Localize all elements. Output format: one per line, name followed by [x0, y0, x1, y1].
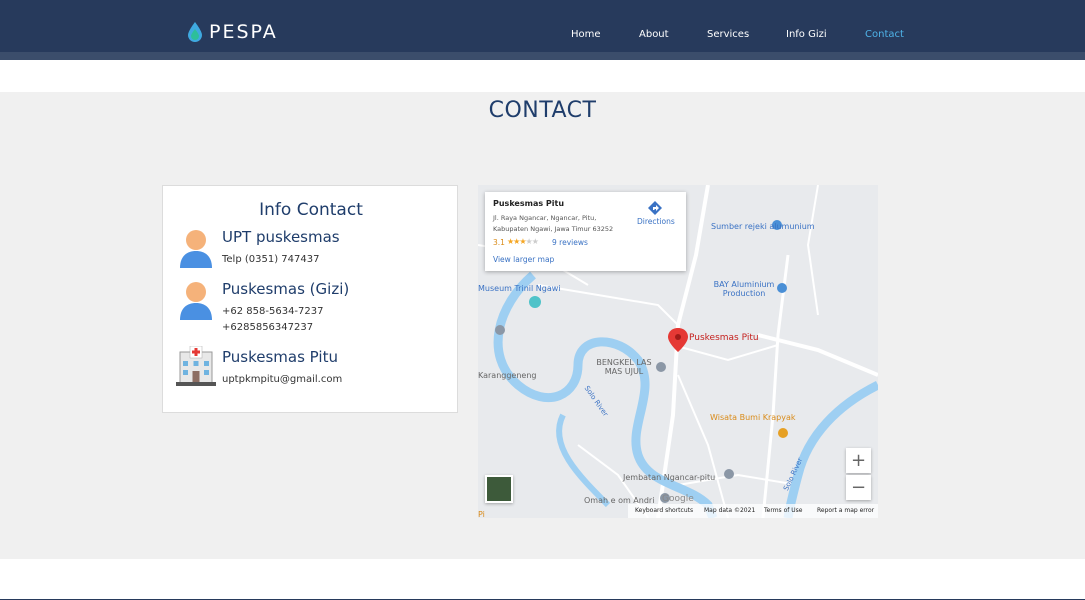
entry-phone-upt: Telp (0351) 747437: [222, 254, 320, 265]
info-contact-card: Info Contact UPT puskesmas Telp (0351) 7…: [162, 185, 458, 413]
google-logo[interactable]: Google: [662, 494, 694, 504]
directions-icon[interactable]: [647, 200, 663, 216]
place-info-card: Puskesmas Pitu Jl. Raya Ngancar, Ngancar…: [485, 192, 686, 271]
water-drop-icon: [188, 22, 202, 42]
person-icon: [180, 282, 212, 320]
entry-phone-gizi-2: +6285856347237: [222, 322, 314, 333]
poi-bengkel: BENGKEL LAS MAS UJUL: [596, 358, 652, 376]
place-rating: 3.1: [493, 238, 505, 247]
entry-name-upt: UPT puskesmas: [222, 228, 340, 246]
header-strip: [0, 52, 1085, 60]
google-map[interactable]: Puskesmas Pitu Sumber rejeki alumunium B…: [478, 185, 878, 518]
entry-name-gizi: Puskesmas (Gizi): [222, 280, 350, 298]
zoom-in-button[interactable]: +: [846, 448, 871, 473]
nav-services[interactable]: Services: [707, 29, 749, 40]
card-title: Info Contact: [259, 200, 363, 220]
entry-name-pitu: Puskesmas Pitu: [222, 348, 338, 366]
place-address: Jl. Raya Ngancar, Ngancar, Pitu, Kabupat…: [493, 214, 614, 233]
brand-logo[interactable]: PESPA: [186, 21, 278, 43]
nav-info-gizi[interactable]: Info Gizi: [786, 29, 827, 40]
map-data-text: Map data ©2021: [704, 507, 756, 514]
report-error-link[interactable]: Report a map error: [817, 507, 874, 514]
place-name: Puskesmas Pitu: [493, 199, 565, 208]
satellite-layer-button[interactable]: [485, 475, 513, 503]
site-header: [0, 0, 1085, 52]
poi-jembatan: Jembatan Ngancar-pitu: [623, 473, 716, 482]
nav-home[interactable]: Home: [571, 29, 601, 40]
nav-contact[interactable]: Contact: [865, 29, 904, 40]
entry-email-pitu: uptpkmpitu@gmail.com: [222, 374, 343, 385]
poi-museum: Museum Trinil Ngawi: [478, 284, 561, 293]
reviews-link[interactable]: 9 reviews: [552, 238, 588, 247]
page-title: CONTACT: [488, 98, 597, 123]
poi-bay: BAY Aluminium Production: [713, 280, 775, 298]
view-larger-map-link[interactable]: View larger map: [493, 255, 554, 264]
poi-rejeki: Sumber rejeki alumunium: [711, 222, 815, 231]
poi-pi: Pi: [478, 510, 485, 518]
poi-wisata: Wisata Bumi Krapyak: [710, 413, 796, 422]
brand-name: PESPA: [209, 21, 278, 43]
hospital-icon: [176, 346, 216, 386]
rating-stars: ★★★★★: [507, 237, 539, 246]
directions-link[interactable]: Directions: [637, 217, 675, 226]
entry-phone-gizi-1: +62 858-5634-7237: [222, 306, 324, 317]
place-geneng: Karanggeneng: [478, 371, 537, 380]
zoom-out-button[interactable]: −: [846, 475, 871, 500]
star-icon: ★: [531, 237, 539, 246]
terms-link[interactable]: Terms of Use: [764, 507, 802, 514]
pin-label: Puskesmas Pitu: [689, 333, 759, 343]
person-icon: [180, 230, 212, 268]
nav-about[interactable]: About: [639, 29, 669, 40]
keyboard-shortcuts-link[interactable]: Keyboard shortcuts: [635, 507, 693, 514]
